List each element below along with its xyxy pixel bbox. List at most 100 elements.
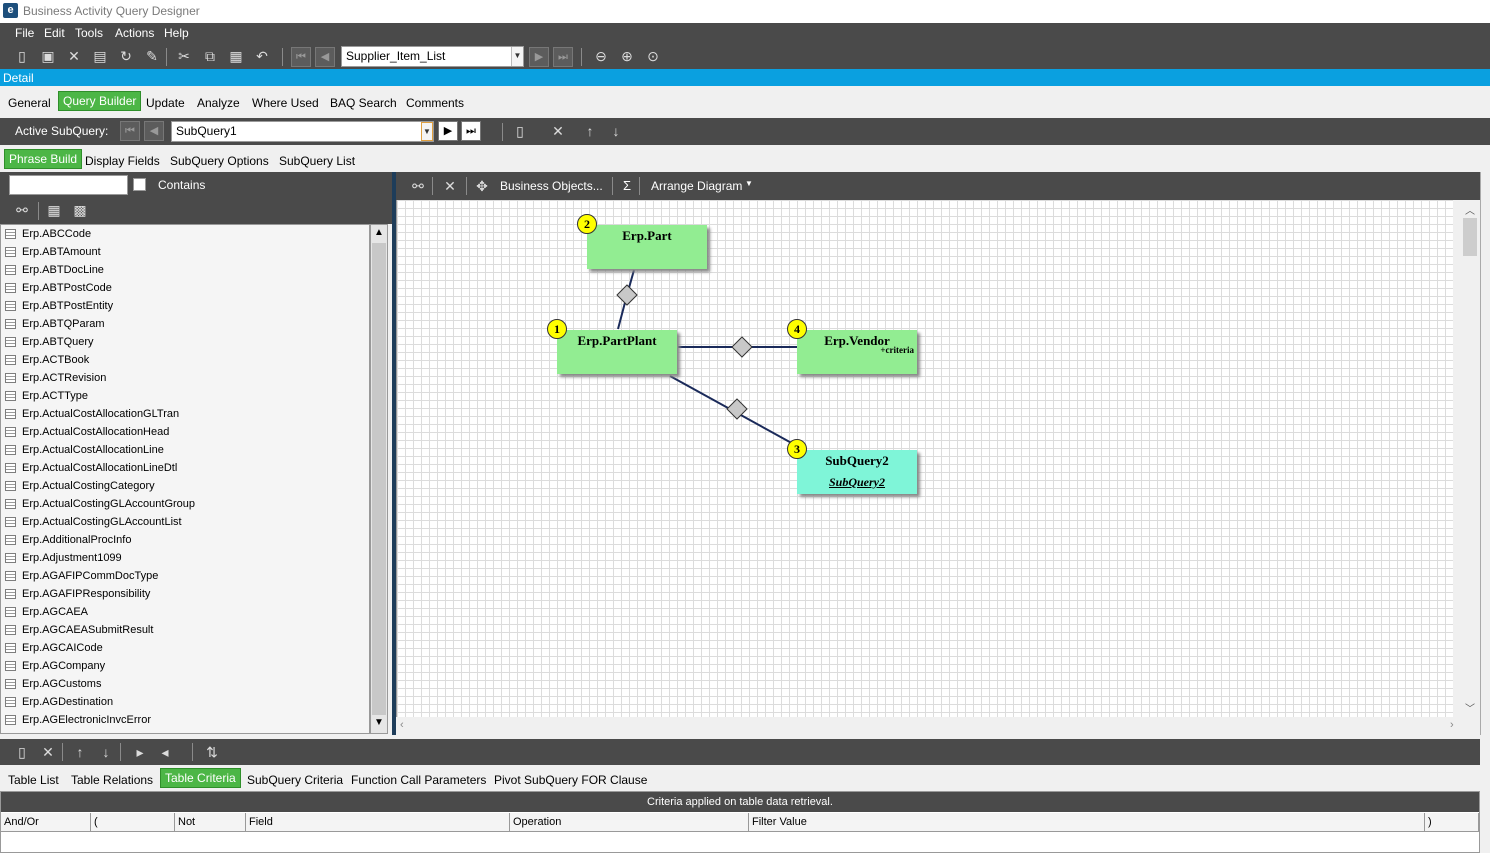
list-item[interactable]: Erp.ActualCostAllocationLineDtl — [1, 459, 369, 477]
link-icon[interactable]: ⚯ — [12, 200, 32, 220]
tab-table-criteria[interactable]: Table Criteria — [160, 768, 241, 788]
delete-subquery-icon[interactable]: ✕ — [548, 121, 568, 141]
table-node-part[interactable]: Erp.Part — [587, 225, 707, 269]
arrange-diagram-button[interactable]: Arrange Diagram — [651, 179, 742, 193]
tab-subquery-list[interactable]: SubQuery List — [279, 154, 355, 168]
list-item[interactable]: Erp.AGAFIPCommDocType — [1, 567, 369, 585]
criteria-grid[interactable]: Criteria applied on table data retrieval… — [0, 791, 1480, 853]
move-icon[interactable]: ✥ — [472, 176, 492, 196]
table-node-vendor[interactable]: Erp.Vendor +criteria — [797, 330, 917, 374]
scroll-up-icon[interactable]: ▲ — [374, 227, 384, 238]
list-item[interactable]: Erp.AGDestination — [1, 693, 369, 711]
column-header-and-or[interactable]: And/Or — [1, 813, 91, 832]
list-item[interactable]: Erp.AGCAEASubmitResult — [1, 621, 369, 639]
column-header-open-paren[interactable]: ( — [91, 813, 175, 832]
relation-diamond[interactable] — [731, 336, 753, 358]
node-number-badge[interactable]: 3 — [787, 439, 807, 459]
list-item[interactable]: Erp.AGCAEA — [1, 603, 369, 621]
node-number-badge[interactable]: 4 — [787, 319, 807, 339]
sigma-button[interactable]: Σ — [623, 178, 631, 193]
list-item[interactable]: Erp.ACTRevision — [1, 369, 369, 387]
canvas-vertical-scrollbar[interactable]: ︿ ﹀ — [1460, 200, 1480, 717]
column-header-operation[interactable]: Operation — [510, 813, 749, 832]
scroll-down-icon[interactable]: ▼ — [374, 717, 384, 728]
list-item[interactable]: Erp.ACTType — [1, 387, 369, 405]
menu-file[interactable]: File — [15, 26, 34, 40]
scroll-down-icon[interactable]: ﹀ — [1465, 700, 1475, 715]
paste-icon[interactable]: ▦ — [226, 46, 246, 66]
tab-query-builder[interactable]: Query Builder — [58, 91, 142, 111]
scroll-right-icon[interactable]: › — [1450, 719, 1454, 731]
tab-pivot-subquery[interactable]: Pivot SubQuery FOR Clause — [494, 773, 647, 787]
scrollbar-thumb[interactable] — [1463, 218, 1477, 256]
delete-icon[interactable]: ✕ — [64, 46, 84, 66]
menu-help[interactable]: Help — [164, 26, 189, 40]
clear-icon[interactable]: ✎ — [142, 46, 162, 66]
contains-checkbox[interactable] — [133, 178, 146, 191]
chevron-down-icon[interactable]: ▼ — [421, 122, 433, 141]
subquery-link[interactable]: SubQuery2 — [797, 475, 917, 490]
list-item[interactable]: Erp.ABCCode — [1, 225, 369, 243]
table-list[interactable]: Erp.ABCCode Erp.ABTAmount Erp.ABTDocLine Er… — [0, 224, 370, 734]
tab-general[interactable]: General — [8, 96, 51, 110]
list-item[interactable]: Erp.ACTBook — [1, 351, 369, 369]
last-subquery-icon[interactable]: ⏭ — [461, 121, 481, 141]
delete-icon[interactable]: ✕ — [440, 176, 460, 196]
table-view-icon[interactable]: ▦ — [44, 200, 64, 220]
list-item[interactable]: Erp.ABTQParam — [1, 315, 369, 333]
copy-icon[interactable]: ⧉ — [200, 46, 220, 66]
move-up-icon[interactable]: ↑ — [70, 742, 90, 762]
scroll-up-icon[interactable]: ︿ — [1465, 202, 1475, 217]
list-item[interactable]: Erp.ActualCostAllocationLine — [1, 441, 369, 459]
list-item[interactable]: Erp.ActualCostAllocationHead — [1, 423, 369, 441]
outdent-icon[interactable]: ◂ — [155, 742, 175, 762]
tab-subquery-criteria[interactable]: SubQuery Criteria — [247, 773, 343, 787]
list-item[interactable]: Erp.AGCompany — [1, 657, 369, 675]
prev-record-icon[interactable]: ◀ — [315, 47, 335, 67]
list-item[interactable]: Erp.ABTAmount — [1, 243, 369, 261]
scroll-left-icon[interactable]: ‹ — [400, 719, 404, 731]
list-item[interactable]: Erp.ABTPostEntity — [1, 297, 369, 315]
tab-function-call-parameters[interactable]: Function Call Parameters — [351, 773, 486, 787]
table-list-scrollbar[interactable]: ▲ ▼ — [370, 224, 388, 734]
subquery-combo[interactable]: SubQuery1 ▼ — [171, 121, 434, 142]
new-icon[interactable]: ▯ — [12, 46, 32, 66]
forward-icon[interactable]: ⊕ — [617, 46, 637, 66]
query-diagram-canvas[interactable]: Erp.Part 2 Erp.PartPlant 1 Erp.Vendor +c… — [396, 200, 1453, 717]
node-number-badge[interactable]: 2 — [577, 214, 597, 234]
menu-actions[interactable]: Actions — [115, 26, 154, 40]
list-item[interactable]: Erp.AGElectronicInvcError — [1, 711, 369, 729]
tab-baq-search[interactable]: BAQ Search — [330, 96, 397, 110]
chevron-down-icon[interactable]: ▼ — [745, 179, 753, 188]
next-subquery-icon[interactable]: ▶ — [438, 121, 458, 141]
delete-criteria-icon[interactable]: ✕ — [38, 742, 58, 762]
subquery-node[interactable]: SubQuery2 SubQuery2 — [797, 450, 917, 494]
last-record-icon[interactable]: ⏭ — [553, 47, 573, 67]
list-item[interactable]: Erp.ABTPostCode — [1, 279, 369, 297]
tab-subquery-options[interactable]: SubQuery Options — [170, 154, 269, 168]
undo-icon[interactable]: ↶ — [252, 46, 272, 66]
column-header-close-paren[interactable]: ) — [1425, 813, 1479, 832]
table-search-input[interactable] — [9, 175, 128, 195]
column-header-field[interactable]: Field — [246, 813, 510, 832]
refresh-icon[interactable]: ↻ — [116, 46, 136, 66]
next-record-icon[interactable]: ▶ — [529, 47, 549, 67]
list-item[interactable]: Erp.AGAFIPResponsibility — [1, 585, 369, 603]
back-icon[interactable]: ⊖ — [591, 46, 611, 66]
tab-table-list[interactable]: Table List — [8, 773, 59, 787]
move-down-icon[interactable]: ↓ — [606, 121, 626, 141]
indent-icon[interactable]: ▸ — [130, 742, 150, 762]
list-item[interactable]: Erp.ActualCostingGLAccountGroup — [1, 495, 369, 513]
node-number-badge[interactable]: 1 — [547, 319, 567, 339]
move-down-icon[interactable]: ↓ — [96, 742, 116, 762]
list-item[interactable]: Erp.AGCAICode — [1, 639, 369, 657]
first-record-icon[interactable]: ⏮ — [291, 47, 311, 67]
record-combo[interactable]: Supplier_Item_List ▼ — [341, 46, 524, 67]
list-item[interactable]: Erp.ActualCostingGLAccountList — [1, 513, 369, 531]
save-icon[interactable]: ▣ — [38, 46, 58, 66]
tab-update[interactable]: Update — [146, 96, 185, 110]
list-item[interactable]: Erp.ABTQuery — [1, 333, 369, 351]
cut-icon[interactable]: ✂ — [174, 46, 194, 66]
column-header-not[interactable]: Not — [175, 813, 246, 832]
canvas-horizontal-scrollbar[interactable]: ‹ › — [396, 717, 1460, 735]
